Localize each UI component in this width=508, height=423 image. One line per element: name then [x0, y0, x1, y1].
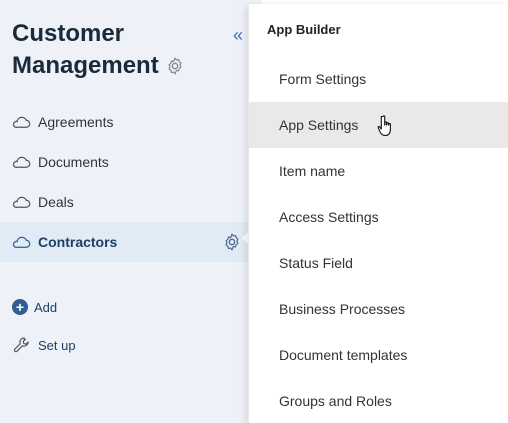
- gear-icon[interactable]: [222, 232, 242, 252]
- app-title-line2: Management: [12, 52, 159, 79]
- add-button[interactable]: + Add: [12, 288, 76, 326]
- sidebar-nav: Agreements Documents Deals Contractors: [0, 102, 262, 262]
- menu-item-item-name[interactable]: Item name: [249, 148, 508, 194]
- sidebar-item-label: Contractors: [38, 234, 118, 250]
- add-label: Add: [34, 299, 58, 315]
- sidebar-item-deals[interactable]: Deals: [0, 182, 262, 222]
- app-title-line2-row: Management: [12, 50, 232, 82]
- menu-item-app-settings[interactable]: App Settings: [249, 102, 508, 148]
- app-builder-menu: App Builder Form Settings App Settings I…: [248, 4, 508, 423]
- sidebar: Customer Management « Agreements Documen…: [0, 0, 262, 423]
- sidebar-header: Customer Management: [12, 18, 232, 82]
- gear-icon[interactable]: [165, 56, 185, 76]
- menu-item-document-templates[interactable]: Document templates: [249, 332, 508, 378]
- sidebar-item-label: Agreements: [38, 114, 114, 130]
- menu-item-label: App Settings: [279, 117, 359, 133]
- menu-item-groups-and-roles[interactable]: Groups and Roles: [249, 378, 508, 423]
- setup-button[interactable]: Set up: [12, 326, 76, 364]
- setup-label: Set up: [38, 337, 76, 353]
- menu-item-access-settings[interactable]: Access Settings: [249, 194, 508, 240]
- double-chevron-left-icon: «: [232, 24, 243, 45]
- menu-items: Form Settings App Settings Item name Acc…: [249, 56, 508, 423]
- sidebar-item-documents[interactable]: Documents: [0, 142, 262, 182]
- wrench-icon: [13, 337, 29, 353]
- plus-circle-icon: +: [12, 299, 28, 315]
- hand-cursor-icon: [377, 115, 391, 137]
- menu-item-form-settings[interactable]: Form Settings: [249, 56, 508, 102]
- cloud-icon: [12, 116, 31, 128]
- menu-item-business-processes[interactable]: Business Processes: [249, 286, 508, 332]
- app-title-line1: Customer: [12, 20, 125, 47]
- menu-header: App Builder: [267, 22, 341, 37]
- menu-item-status-field[interactable]: Status Field: [249, 240, 508, 286]
- cloud-icon: [12, 236, 31, 248]
- sidebar-actions: + Add Set up: [12, 288, 76, 364]
- cloud-icon: [12, 196, 31, 208]
- cloud-icon: [12, 156, 31, 168]
- collapse-sidebar-button[interactable]: «: [228, 24, 248, 46]
- sidebar-item-contractors[interactable]: Contractors: [0, 222, 262, 262]
- sidebar-item-agreements[interactable]: Agreements: [0, 102, 262, 142]
- sidebar-item-label: Deals: [38, 194, 74, 210]
- sidebar-item-label: Documents: [38, 154, 109, 170]
